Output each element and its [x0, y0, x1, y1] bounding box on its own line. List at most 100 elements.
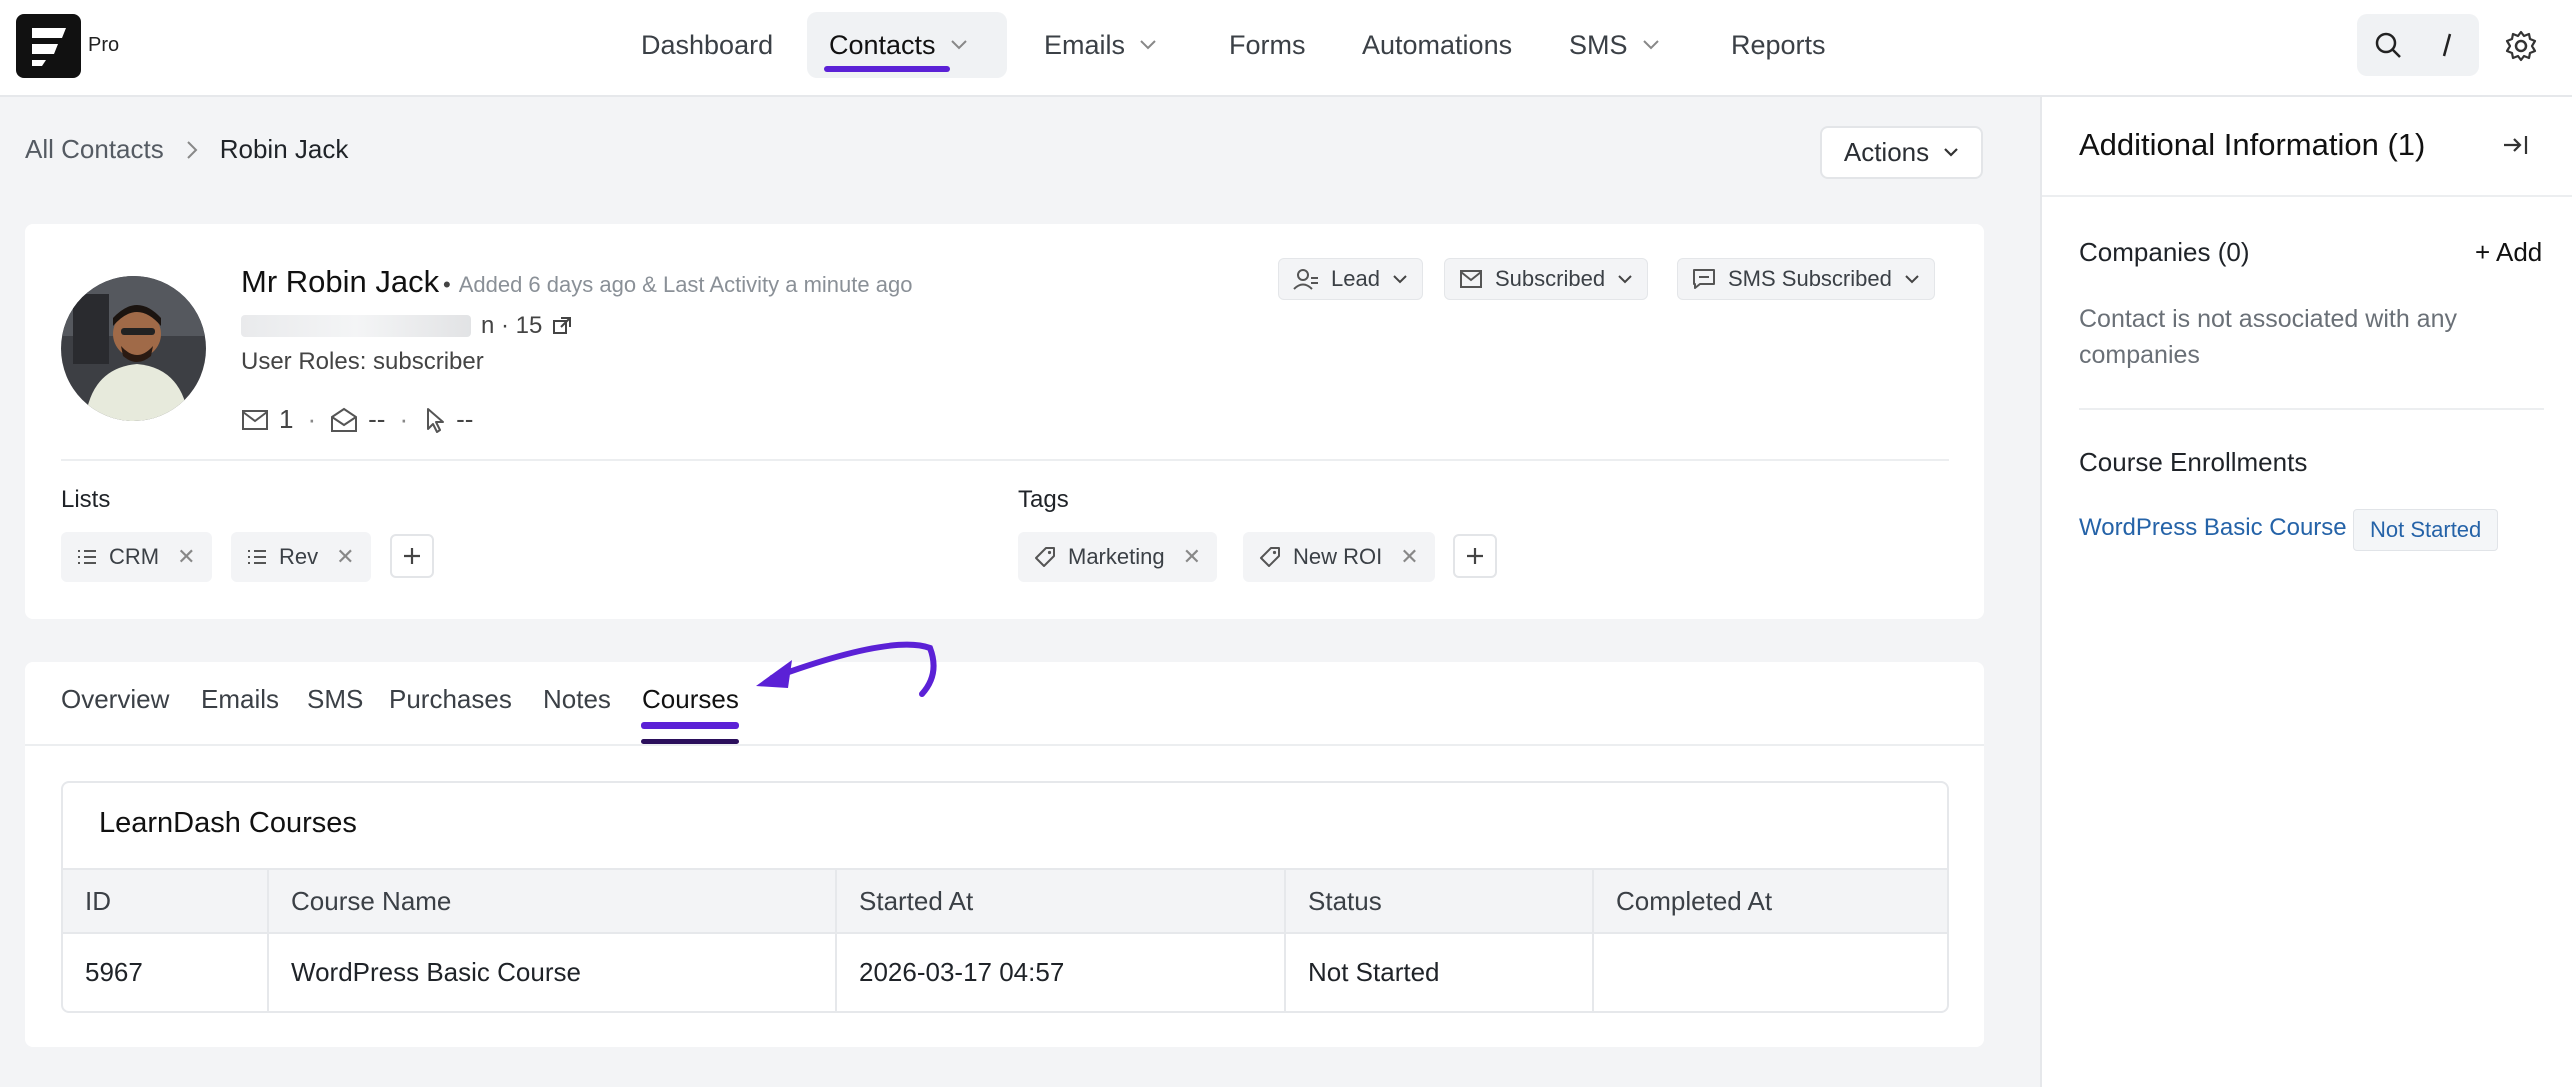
command-slash-icon[interactable] — [2437, 30, 2457, 60]
panel-title: LearnDash Courses — [99, 807, 357, 839]
engagement-stats: 1 · -- · -- — [241, 404, 473, 435]
tab-emails[interactable]: Emails — [201, 684, 279, 715]
top-bar: Pro Dashboard Contacts Emails Forms Auto… — [0, 0, 2572, 97]
nav-sms[interactable]: SMS — [1569, 12, 1660, 78]
external-link-icon[interactable] — [552, 316, 572, 336]
chevron-down-icon — [1617, 274, 1633, 285]
cell-status: Not Started — [1285, 932, 1594, 1011]
learndash-courses-panel: LearnDash Courses ID Course Name Started… — [61, 781, 1949, 1013]
pill-label: Lead — [1331, 266, 1380, 291]
tab-courses[interactable]: Courses — [642, 684, 739, 715]
nav-automations[interactable]: Automations — [1362, 12, 1512, 78]
separator-dot: · — [307, 404, 317, 434]
chevron-down-icon — [1642, 39, 1660, 51]
remove-icon[interactable]: ✕ — [1400, 544, 1418, 570]
breadcrumb: All Contacts Robin Jack — [25, 134, 348, 165]
add-tag-button[interactable] — [1453, 534, 1497, 578]
tabs-divider — [25, 744, 1984, 746]
pill-label: SMS Subscribed — [1728, 266, 1892, 291]
column-header: Started At — [836, 868, 1286, 933]
cell-id: 5967 — [63, 932, 269, 1011]
lead-status-dropdown[interactable]: Lead — [1278, 258, 1423, 300]
add-list-button[interactable] — [390, 534, 434, 578]
sms-status-dropdown[interactable]: SMS Subscribed — [1677, 258, 1935, 300]
list-icon — [247, 548, 267, 566]
chip-label: Rev — [279, 544, 319, 569]
collapse-panel-icon[interactable] — [2502, 133, 2530, 157]
sidebar-title: Additional Information (1) — [2079, 127, 2426, 162]
tab-overview[interactable]: Overview — [61, 684, 169, 715]
breadcrumb-all-contacts[interactable]: All Contacts — [25, 134, 164, 165]
nav-label: Reports — [1731, 29, 1826, 60]
gear-icon[interactable] — [2505, 30, 2537, 62]
emails-sent-count: 1 — [279, 404, 294, 434]
companies-heading: Companies (0) — [2079, 237, 2250, 267]
lists-label: Lists — [61, 486, 111, 513]
nav-active-indicator — [824, 66, 950, 72]
subscription-status-dropdown[interactable]: Subscribed — [1444, 258, 1649, 300]
user-icon — [1293, 268, 1319, 290]
nav-dashboard[interactable]: Dashboard — [641, 12, 773, 78]
enrollment-status-badge: Not Started — [2353, 509, 2499, 551]
nav-label: SMS — [1569, 29, 1628, 60]
separator-dot: · — [399, 404, 409, 434]
cell-completed-at — [1593, 932, 1947, 1011]
plus-icon — [402, 546, 422, 566]
blurred-email — [241, 315, 471, 337]
nav-label: Forms — [1229, 29, 1306, 60]
app-logo[interactable] — [16, 14, 81, 78]
chevron-down-icon — [950, 39, 968, 51]
actions-button[interactable]: Actions — [1820, 126, 1983, 179]
breadcrumb-current: Robin Jack — [219, 134, 349, 164]
enrollment-course-link[interactable]: WordPress Basic Course — [2079, 514, 2347, 542]
user-roles: User Roles: subscriber — [241, 348, 484, 375]
list-icon — [77, 548, 97, 566]
tab-purchases[interactable]: Purchases — [389, 684, 512, 715]
additional-info-sidebar: Additional Information (1) Companies (0)… — [2040, 97, 2572, 1087]
avatar — [61, 276, 206, 421]
add-company-button[interactable]: + Add — [2475, 237, 2542, 268]
column-header: Completed At — [1593, 868, 1947, 933]
nav-label: Automations — [1362, 29, 1513, 60]
annotation-arrow-icon — [752, 638, 942, 698]
global-search-group — [2357, 14, 2479, 76]
list-chip-rev: Rev ✕ — [231, 532, 371, 582]
contact-profile-card: Mr Robin Jack • Added 6 days ago & Last A… — [25, 224, 1984, 619]
message-icon — [1692, 268, 1716, 290]
nav-forms[interactable]: Forms — [1229, 12, 1306, 78]
nav-emails[interactable]: Emails — [1044, 12, 1157, 78]
tab-active-highlight — [641, 722, 739, 729]
column-header: Status — [1285, 868, 1594, 933]
sidebar-divider — [2079, 408, 2544, 410]
tag-icon — [1259, 546, 1281, 568]
pro-badge: Pro — [88, 34, 120, 56]
clicks-count: -- — [456, 404, 474, 434]
opens-count: -- — [368, 404, 386, 434]
cursor-click-icon — [422, 407, 446, 433]
courses-table: ID Course Name Started At Status Complet… — [63, 868, 1947, 1011]
table-row: 5967 WordPress Basic Course 2026-03-17 0… — [63, 932, 1947, 1011]
chip-label: New ROI — [1293, 544, 1383, 569]
nav-label: Dashboard — [641, 29, 774, 60]
column-header: Course Name — [268, 868, 837, 933]
table-header-row: ID Course Name Started At Status Complet… — [63, 868, 1947, 933]
chevron-down-icon — [1904, 274, 1920, 285]
search-icon[interactable] — [2373, 30, 2403, 60]
chip-label: Marketing — [1068, 544, 1165, 569]
cell-started-at: 2026-03-17 04:57 — [836, 932, 1286, 1011]
remove-icon[interactable]: ✕ — [1183, 544, 1201, 570]
nav-label: Emails — [1044, 29, 1126, 60]
pill-label: Subscribed — [1495, 266, 1606, 291]
chevron-right-icon — [186, 140, 198, 160]
mail-icon — [241, 409, 269, 431]
tab-notes[interactable]: Notes — [543, 684, 611, 715]
cell-course-name: WordPress Basic Course — [268, 932, 837, 1011]
chip-label: CRM — [109, 544, 160, 569]
contact-activity-meta: • Added 6 days ago & Last Activity a minu… — [443, 272, 912, 298]
column-header: ID — [63, 868, 269, 933]
remove-icon[interactable]: ✕ — [177, 544, 195, 570]
tab-sms[interactable]: SMS — [307, 684, 363, 715]
activity-text: Added 6 days ago & Last Activity a minut… — [458, 272, 913, 297]
remove-icon[interactable]: ✕ — [336, 544, 354, 570]
nav-reports[interactable]: Reports — [1731, 12, 1826, 78]
